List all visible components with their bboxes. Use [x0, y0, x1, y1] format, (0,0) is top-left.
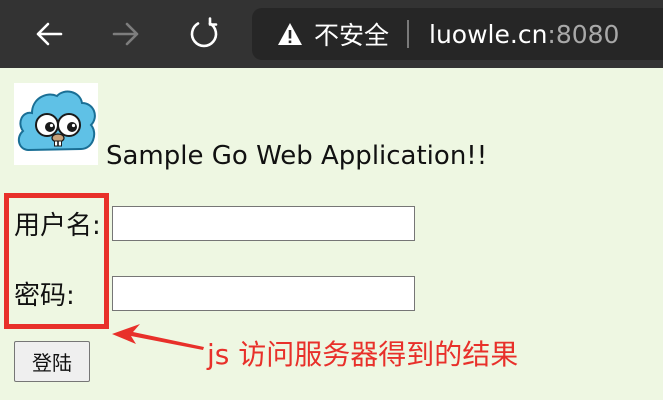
- browser-toolbar: 不安全 luowle.cn:8080: [0, 0, 663, 68]
- url-port: :8080: [547, 19, 620, 49]
- annotation-highlight-box: [4, 193, 109, 329]
- annotation-text: js 访问服务器得到的结果: [207, 338, 519, 371]
- address-divider: [407, 20, 410, 48]
- login-button[interactable]: 登陆: [14, 341, 90, 382]
- arrow-left-icon: [36, 22, 63, 46]
- address-bar[interactable]: 不安全 luowle.cn:8080: [252, 8, 663, 60]
- arrow-right-icon: [112, 22, 139, 46]
- reload-icon: [190, 17, 218, 48]
- annotation-arrow-icon: [112, 324, 204, 350]
- page-title: Sample Go Web Application!!: [106, 141, 488, 171]
- warning-triangle-icon: [276, 20, 304, 48]
- gopher-cloud-logo: [14, 83, 98, 165]
- forward-button[interactable]: [106, 14, 146, 54]
- url-host: luowle.cn: [429, 19, 548, 49]
- reload-button[interactable]: [184, 14, 224, 54]
- gopher-cloud-icon: [17, 90, 96, 152]
- back-button[interactable]: [29, 14, 69, 54]
- username-input[interactable]: [112, 206, 415, 241]
- password-input[interactable]: [112, 276, 415, 311]
- security-status-label[interactable]: 不安全: [314, 16, 389, 52]
